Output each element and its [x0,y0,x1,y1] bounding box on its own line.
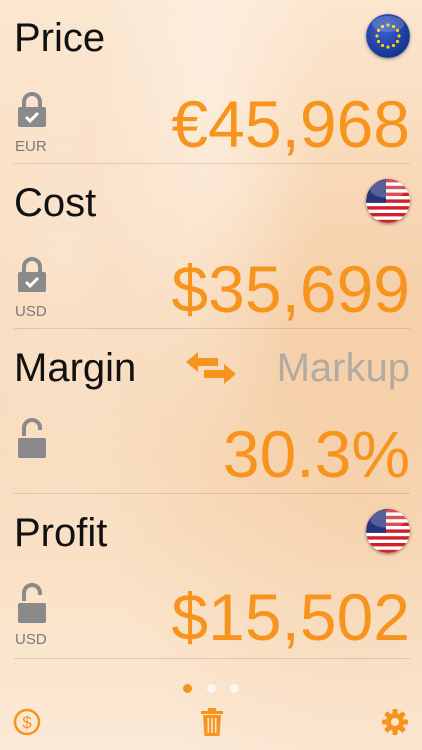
page-indicator[interactable] [0,680,422,698]
price-currency: EUR [15,138,47,155]
profit-section: Profit USD $15,502 [0,495,422,660]
profit-title: Profit [14,511,108,555]
lock-closed-icon[interactable] [16,255,48,301]
price-value[interactable]: €45,968 [171,86,410,162]
cost-section: Cost USD $35,699 [0,165,422,330]
page-dot-3[interactable] [229,684,239,693]
price-title: Price [14,16,106,60]
markup-toggle[interactable]: Markup [277,346,410,391]
svg-text:$: $ [22,713,32,732]
page-dot-2[interactable] [206,684,216,693]
page-dot-1[interactable] [183,684,193,693]
divider [14,658,410,659]
trash-icon[interactable] [197,706,227,738]
us-flag-icon[interactable] [366,179,410,223]
price-section: Price EUR €45,968 [0,0,422,165]
swap-arrows-icon[interactable] [184,348,238,388]
cost-value[interactable]: $35,699 [171,251,410,327]
dollar-coin-icon[interactable]: $ [12,706,42,738]
lock-open-icon[interactable] [16,418,48,464]
divider [14,163,410,164]
cost-title: Cost [14,181,97,225]
margin-title[interactable]: Margin [14,346,136,391]
profit-currency: USD [15,631,47,648]
divider [14,328,410,329]
gear-icon[interactable] [380,706,410,738]
lock-closed-icon[interactable] [16,90,48,136]
lock-open-icon[interactable] [16,583,48,629]
eu-flag-icon[interactable] [366,14,410,58]
margin-value[interactable]: 30.3% [223,416,410,492]
cost-currency: USD [15,303,47,320]
profit-value[interactable]: $15,502 [171,579,410,655]
margin-section: Margin Markup 30.3% [0,330,422,495]
divider [14,493,410,494]
us-flag-icon[interactable] [366,509,410,553]
